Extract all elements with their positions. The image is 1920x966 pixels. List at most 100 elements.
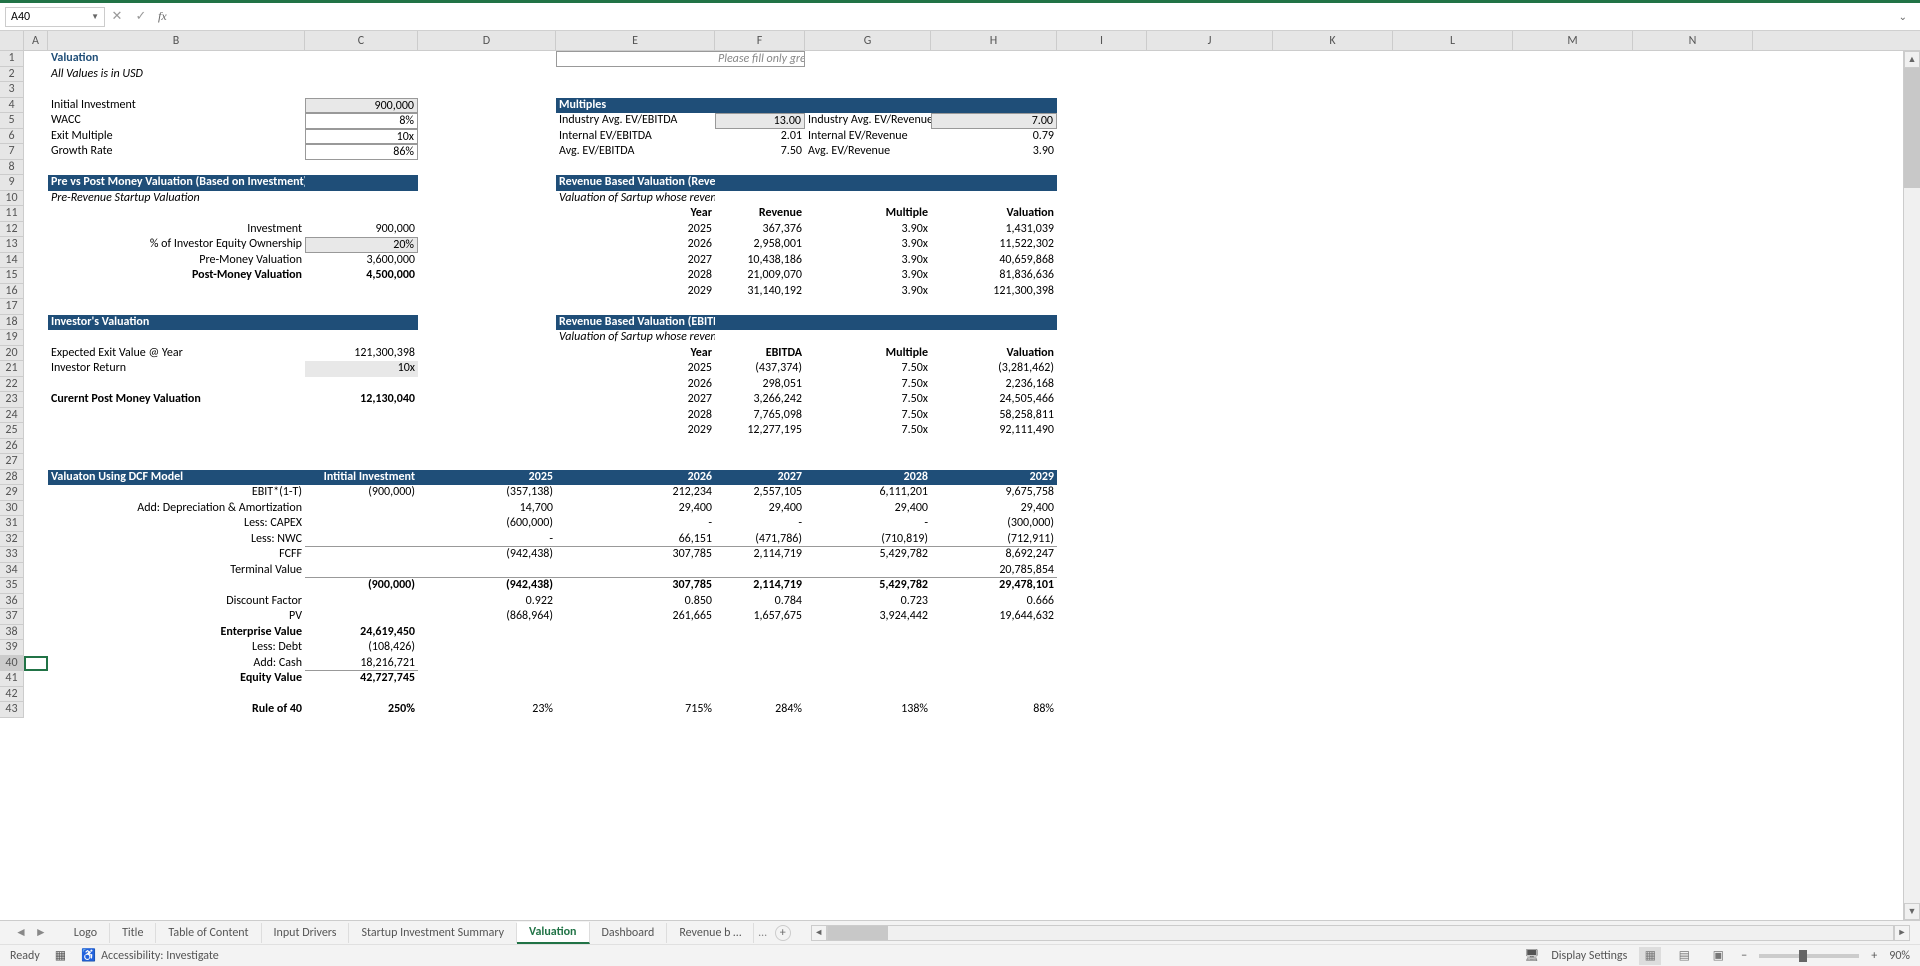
tab-nav-first-icon[interactable]: ◄	[15, 925, 27, 940]
row-header[interactable]: 40	[0, 656, 24, 672]
row-header[interactable]: 33	[0, 547, 24, 563]
tab-input-drivers[interactable]: Input Drivers	[262, 923, 350, 943]
name-box[interactable]: A40 ▼	[5, 7, 105, 27]
spreadsheet-grid[interactable]: 1ValuationPlease fill only grey cell 2Al…	[0, 51, 1920, 718]
input-cell[interactable]: 13.00	[715, 113, 805, 129]
add-sheet-button[interactable]: +	[775, 925, 791, 941]
row-header[interactable]: 37	[0, 609, 24, 625]
display-settings-icon[interactable]: 🖥	[1524, 948, 1539, 963]
row-header[interactable]: 9	[0, 175, 24, 191]
row-header[interactable]: 36	[0, 594, 24, 610]
tab-toc[interactable]: Table of Content	[156, 923, 261, 943]
row-header[interactable]: 16	[0, 284, 24, 300]
input-cell[interactable]: 900,000	[305, 98, 418, 114]
row-header[interactable]: 34	[0, 563, 24, 579]
col-header[interactable]: I	[1057, 31, 1147, 50]
zoom-slider[interactable]	[1759, 954, 1859, 958]
col-header[interactable]: K	[1273, 31, 1393, 50]
row-header[interactable]: 10	[0, 191, 24, 207]
scroll-left-icon[interactable]: ◄	[811, 925, 827, 941]
row-header[interactable]: 25	[0, 423, 24, 439]
tab-startup-summary[interactable]: Startup Investment Summary	[349, 923, 517, 943]
expand-formula-bar-icon[interactable]: ⌄	[1899, 10, 1915, 23]
row-header[interactable]: 12	[0, 222, 24, 238]
fx-icon[interactable]: fx	[158, 9, 167, 24]
row-header[interactable]: 26	[0, 439, 24, 455]
col-header[interactable]: B	[48, 31, 305, 50]
col-header[interactable]: H	[931, 31, 1057, 50]
row-header[interactable]: 27	[0, 454, 24, 470]
row-header[interactable]: 8	[0, 160, 24, 176]
page-break-view-icon[interactable]: ▣	[1707, 947, 1729, 965]
row-header[interactable]: 2	[0, 67, 24, 83]
tab-logo[interactable]: Logo	[62, 923, 110, 943]
row-header[interactable]: 29	[0, 485, 24, 501]
row-header[interactable]: 17	[0, 299, 24, 315]
row-header[interactable]: 19	[0, 330, 24, 346]
row-header[interactable]: 11	[0, 206, 24, 222]
page-layout-view-icon[interactable]: ▤	[1673, 947, 1695, 965]
row-header[interactable]: 6	[0, 129, 24, 145]
row-header[interactable]: 15	[0, 268, 24, 284]
col-header[interactable]: E	[556, 31, 715, 50]
col-header[interactable]: F	[715, 31, 805, 50]
row-header[interactable]: 3	[0, 82, 24, 98]
col-header[interactable]: C	[305, 31, 418, 50]
zoom-in-button[interactable]: +	[1871, 949, 1877, 963]
row-header[interactable]: 4	[0, 98, 24, 114]
selected-cell[interactable]	[24, 656, 48, 672]
accessibility-icon[interactable]: ♿	[81, 948, 96, 963]
row-header[interactable]: 14	[0, 253, 24, 269]
input-cell[interactable]: 10x	[305, 361, 418, 377]
input-cell[interactable]: 7.00	[931, 113, 1057, 129]
row-header[interactable]: 32	[0, 532, 24, 548]
row-header[interactable]: 42	[0, 687, 24, 703]
col-header[interactable]: J	[1147, 31, 1273, 50]
tab-valuation[interactable]: Valuation	[517, 922, 589, 944]
scroll-down-icon[interactable]: ▼	[1904, 903, 1920, 920]
row-header[interactable]: 39	[0, 640, 24, 656]
scroll-up-icon[interactable]: ▲	[1904, 51, 1920, 68]
row-header[interactable]: 21	[0, 361, 24, 377]
zoom-out-button[interactable]: −	[1741, 949, 1747, 963]
row-header[interactable]: 38	[0, 625, 24, 641]
col-header[interactable]: N	[1633, 31, 1753, 50]
col-header[interactable]: M	[1513, 31, 1633, 50]
col-header[interactable]: G	[805, 31, 931, 50]
row-header[interactable]: 5	[0, 113, 24, 129]
input-cell[interactable]: 20%	[305, 237, 418, 253]
row-header[interactable]: 7	[0, 144, 24, 160]
scroll-right-icon[interactable]: ►	[1894, 925, 1910, 941]
horizontal-scrollbar[interactable]	[827, 925, 1894, 941]
row-header[interactable]: 43	[0, 702, 24, 718]
row-header[interactable]: 18	[0, 315, 24, 331]
macro-icon[interactable]: ▦	[55, 948, 66, 963]
row-header[interactable]: 24	[0, 408, 24, 424]
scroll-thumb[interactable]	[828, 926, 888, 940]
row-header[interactable]: 31	[0, 516, 24, 532]
scroll-thumb[interactable]	[1904, 68, 1920, 188]
confirm-icon[interactable]: ✓	[129, 9, 153, 24]
row-header[interactable]: 20	[0, 346, 24, 362]
col-header[interactable]: D	[418, 31, 556, 50]
row-header[interactable]: 1	[0, 51, 24, 67]
row-header[interactable]: 30	[0, 501, 24, 517]
status-accessibility[interactable]: Accessibility: Investigate	[101, 949, 219, 963]
row-header[interactable]: 35	[0, 578, 24, 594]
vertical-scrollbar[interactable]: ▲ ▼	[1903, 51, 1920, 920]
col-header[interactable]: A	[24, 31, 48, 50]
row-header[interactable]: 22	[0, 377, 24, 393]
zoom-level[interactable]: 90%	[1889, 949, 1910, 963]
tab-nav-next-icon[interactable]: ►	[35, 925, 47, 940]
normal-view-icon[interactable]: ▦	[1639, 947, 1661, 965]
name-box-dropdown-icon[interactable]: ▼	[91, 12, 99, 22]
row-header[interactable]: 41	[0, 671, 24, 687]
row-header[interactable]: 23	[0, 392, 24, 408]
tab-revenue-b[interactable]: Revenue b …	[667, 923, 754, 943]
tab-dashboard[interactable]: Dashboard	[590, 923, 668, 943]
row-header[interactable]: 13	[0, 237, 24, 253]
col-header[interactable]: L	[1393, 31, 1513, 50]
row-header[interactable]: 28	[0, 470, 24, 486]
cancel-icon[interactable]: ✕	[105, 9, 129, 24]
tab-title[interactable]: Title	[110, 923, 156, 943]
